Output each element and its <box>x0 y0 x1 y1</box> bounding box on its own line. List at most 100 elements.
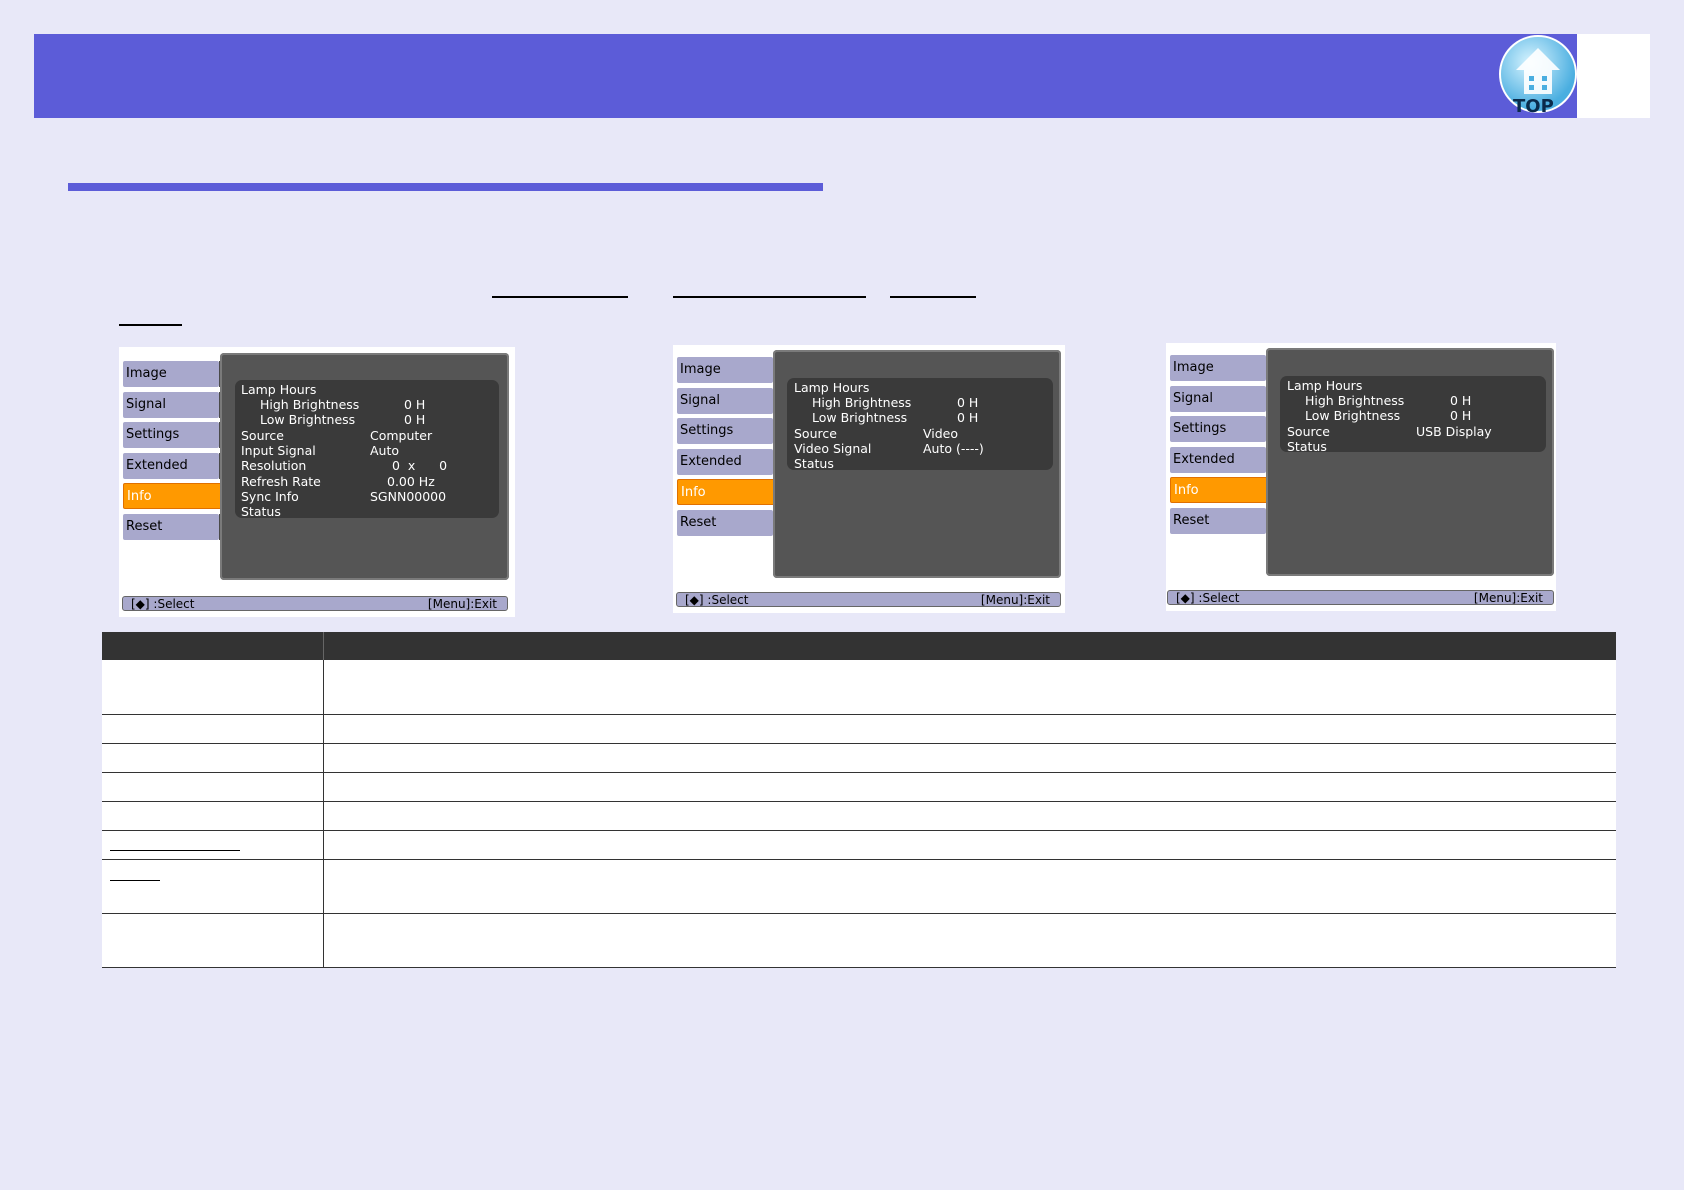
link-underline-4[interactable] <box>119 324 182 326</box>
top-button[interactable]: TOP <box>1496 34 1580 118</box>
info-value: Auto <box>370 443 400 458</box>
link-underline-3[interactable] <box>890 296 976 298</box>
link-underline-1[interactable] <box>492 296 628 298</box>
table-cell <box>102 714 324 744</box>
menu-item-image: Image <box>677 357 773 383</box>
header-bar <box>34 34 1577 118</box>
footer-select-hint: [◆] :Select <box>1176 591 1240 605</box>
table-cell <box>323 714 1616 744</box>
menu-item-settings: Settings <box>123 422 219 448</box>
info-value: USB Display <box>1416 424 1492 439</box>
info-key: Refresh Rate <box>241 474 321 489</box>
table-row <box>102 772 1616 802</box>
info-key: Lamp Hours <box>794 380 870 395</box>
table-cell <box>102 660 324 715</box>
table-cell <box>323 801 1616 831</box>
info-value: Auto (----) <box>923 441 984 456</box>
osd-screen-usb: Image Signal Settings Extended Info Rese… <box>1166 343 1556 611</box>
info-key: Source <box>794 426 837 441</box>
osd-screen-video: Image Signal Settings Extended Info Rese… <box>673 345 1065 613</box>
info-key: High Brightness <box>1305 393 1405 408</box>
footer-exit-hint: [Menu]:Exit <box>427 597 497 611</box>
info-key: Source <box>1287 424 1330 439</box>
osd-footer: [◆] :Select [Menu]:Exit <box>676 592 1061 607</box>
info-key: Low Brightness <box>260 412 356 427</box>
menu-item-signal: Signal <box>677 388 773 414</box>
link-underline-2[interactable] <box>673 296 866 298</box>
info-key: High Brightness <box>260 397 360 412</box>
menu-item-signal: Signal <box>123 392 219 418</box>
info-key: Resolution <box>241 458 307 473</box>
table-cell <box>102 743 324 773</box>
info-key: Status <box>1287 439 1327 454</box>
osd-footer: [◆] :Select [Menu]:Exit <box>1167 590 1554 605</box>
menu-item-reset: Reset <box>677 510 773 536</box>
section-title-rule <box>68 183 823 191</box>
menu-item-extended: Extended <box>677 449 773 475</box>
header-page-corner <box>1577 34 1650 118</box>
footer-select-hint: [◆] :Select <box>131 597 195 611</box>
table-cell <box>323 830 1616 860</box>
table-header-cell <box>102 632 324 660</box>
info-key: Status <box>794 456 834 471</box>
footer-select-hint: [◆] :Select <box>685 593 749 607</box>
info-key: Lamp Hours <box>241 382 317 397</box>
table-row <box>102 859 1616 914</box>
info-description-table <box>102 632 1616 968</box>
menu-item-info: Info <box>677 479 781 505</box>
info-value: 0 H <box>404 397 426 412</box>
menu-item-reset: Reset <box>123 514 219 540</box>
table-row <box>102 801 1616 831</box>
menu-item-image: Image <box>1170 355 1266 381</box>
table-cell <box>102 801 324 831</box>
table-cell <box>102 913 324 968</box>
info-key: Status <box>241 504 281 519</box>
info-value: SGNN00000 <box>370 489 447 504</box>
info-key: Video Signal <box>794 441 872 456</box>
menu-item-signal: Signal <box>1170 386 1266 412</box>
table-cell <box>323 859 1616 914</box>
info-value: 0 H <box>1450 408 1472 423</box>
menu-item-extended: Extended <box>1170 447 1266 473</box>
info-value: 0 H <box>957 410 979 425</box>
menu-item-reset: Reset <box>1170 508 1266 534</box>
table-cell <box>102 772 324 802</box>
osd-footer: [◆] :Select [Menu]:Exit <box>122 596 508 611</box>
info-key: High Brightness <box>812 395 912 410</box>
footer-exit-hint: [Menu]:Exit <box>1473 591 1543 605</box>
table-cell <box>323 772 1616 802</box>
menu-item-info: Info <box>1170 477 1274 503</box>
menu-item-image: Image <box>123 361 219 387</box>
info-value: Video <box>923 426 959 441</box>
table-row <box>102 714 1616 744</box>
footer-exit-hint: [Menu]:Exit <box>980 593 1050 607</box>
menu-item-info: Info <box>123 483 229 509</box>
menu-item-settings: Settings <box>677 418 773 444</box>
top-button-label: TOP <box>1513 96 1554 117</box>
info-value: Computer <box>370 428 433 443</box>
info-value: 0 H <box>957 395 979 410</box>
table-header-cell <box>323 632 1616 660</box>
info-key: Low Brightness <box>1305 408 1401 423</box>
osd-screen-computer: Image Signal Settings Extended Info Rese… <box>119 347 515 617</box>
info-value: 0.00 Hz <box>387 474 435 489</box>
info-key: Input Signal <box>241 443 316 458</box>
table-link-underline[interactable] <box>110 849 240 851</box>
info-value: 0 H <box>1450 393 1472 408</box>
menu-item-extended: Extended <box>123 453 219 479</box>
info-value: 0 x 0 <box>392 458 448 473</box>
table-cell <box>102 859 324 914</box>
table-cell <box>323 660 1616 715</box>
table-row <box>102 830 1616 860</box>
info-key: Sync Info <box>241 489 299 504</box>
info-value: 0 H <box>404 412 426 427</box>
table-row <box>102 913 1616 968</box>
table-cell <box>323 743 1616 773</box>
info-key: Low Brightness <box>812 410 908 425</box>
table-row <box>102 660 1616 715</box>
table-header-row <box>102 632 1616 660</box>
table-cell <box>102 830 324 860</box>
table-row <box>102 743 1616 773</box>
info-key: Source <box>241 428 284 443</box>
table-link-underline[interactable] <box>110 879 160 881</box>
